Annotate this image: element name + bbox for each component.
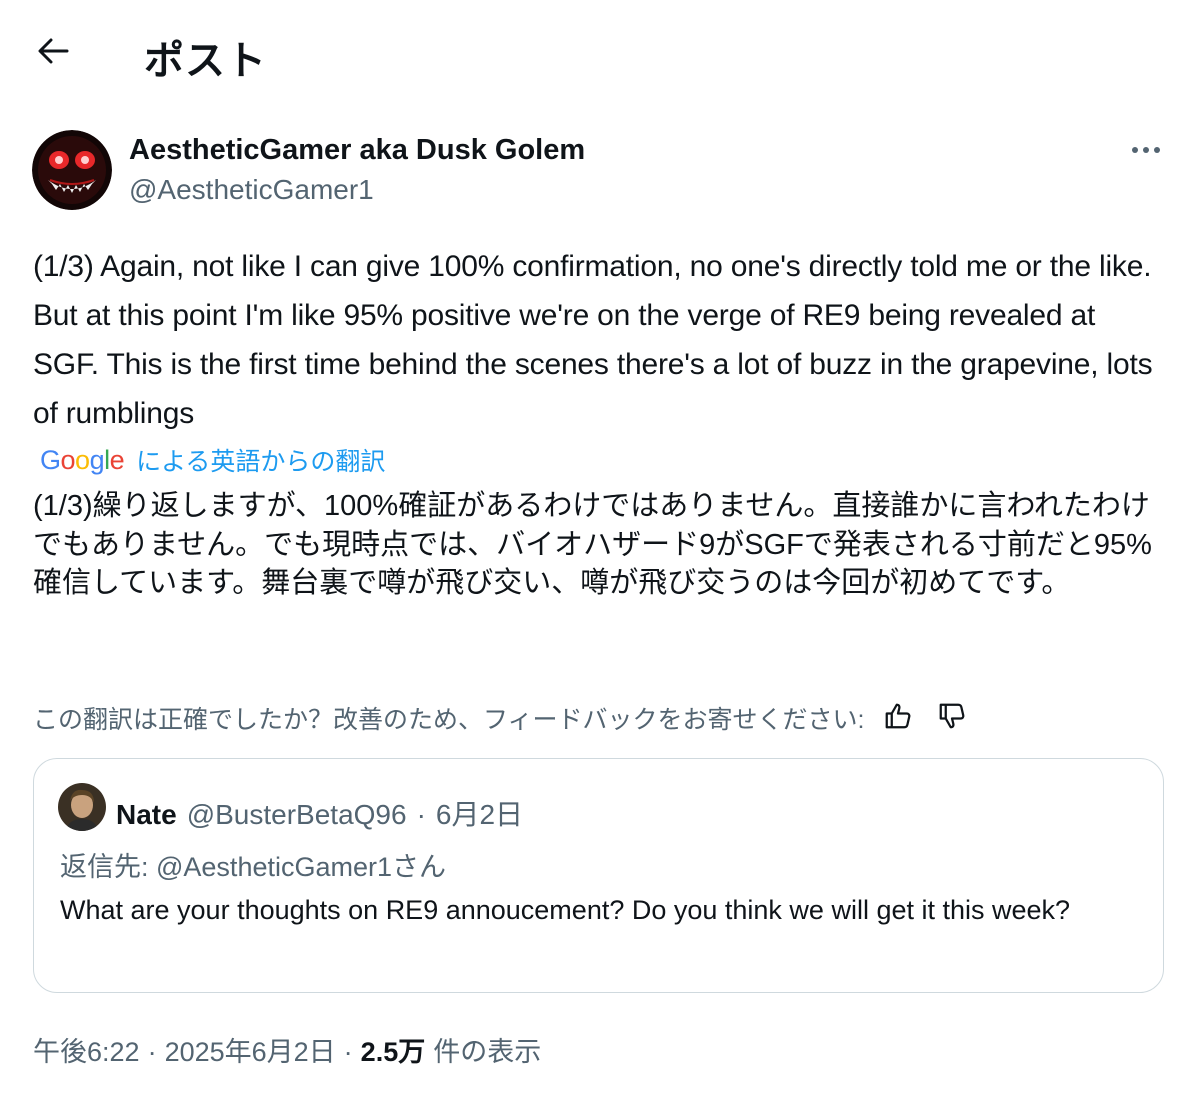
translation-source-link[interactable]: による英語からの翻訳 — [136, 442, 385, 478]
post-time[interactable]: 午後6:22 — [33, 1030, 140, 1069]
tweet-metadata: 午後6:22 · 2025年6月2日 · 2.5万 件の表示 — [33, 1030, 541, 1070]
back-button[interactable] — [26, 30, 80, 76]
quote-text: What are your thoughts on RE9 annoucemen… — [60, 895, 1071, 925]
page-header: ポスト — [0, 0, 1196, 106]
separator-dot: · — [416, 799, 426, 830]
views-label: 件の表示 — [433, 1037, 542, 1067]
quote-avatar[interactable] — [58, 783, 106, 831]
author-avatar[interactable] — [32, 130, 112, 210]
arrow-left-icon — [37, 38, 69, 69]
ellipsis-icon — [1131, 141, 1161, 159]
quote-author-name: Nate — [116, 799, 177, 830]
more-options-button[interactable] — [1128, 132, 1164, 168]
tweet-author: AestheticGamer aka Dusk Golem @Aesthetic… — [32, 130, 1164, 210]
post-date[interactable]: 2025年6月2日 — [165, 1030, 336, 1069]
quote-date: 6月2日 — [435, 799, 524, 830]
translation-feedback: この翻訳は正確でしたか？改善のため、フィードバックをお寄せください: — [33, 698, 972, 738]
quote-header: Nate @BusterBetaQ96 · 6月2日 — [116, 793, 523, 833]
feedback-prompt: この翻訳は正確でしたか？改善のため、フィードバックをお寄せください: — [33, 706, 865, 734]
author-handle[interactable]: @AestheticGamer1 — [129, 174, 374, 206]
separator-dot: · — [147, 1037, 157, 1067]
separator-dot: · — [343, 1037, 353, 1067]
translated-text: (1/3)繰り返しますが、100%確証があるわけではありません。直接誰かに言われ… — [33, 490, 1152, 599]
thumbs-down-icon — [937, 701, 967, 736]
thumbs-down-button[interactable] — [932, 698, 972, 738]
translation-attribution: Google による英語からの翻訳 — [40, 442, 385, 478]
views-count: 2.5万 — [360, 1037, 426, 1067]
quoted-tweet[interactable]: Nate @BusterBetaQ96 · 6月2日 返信先: @Aesthet… — [33, 758, 1164, 993]
quote-author-handle: @BusterBetaQ96 — [186, 799, 407, 830]
tweet-text: (1/3) Again, not like I can give 100% co… — [33, 250, 1153, 430]
quote-reply-to: 返信先: @AestheticGamer1さん — [60, 852, 447, 882]
thumbs-up-button[interactable] — [878, 698, 918, 738]
google-logo: Google — [40, 444, 125, 475]
page-title: ポスト — [144, 39, 267, 83]
thumbs-up-icon — [883, 701, 913, 736]
author-name[interactable]: AestheticGamer aka Dusk Golem — [129, 134, 585, 167]
